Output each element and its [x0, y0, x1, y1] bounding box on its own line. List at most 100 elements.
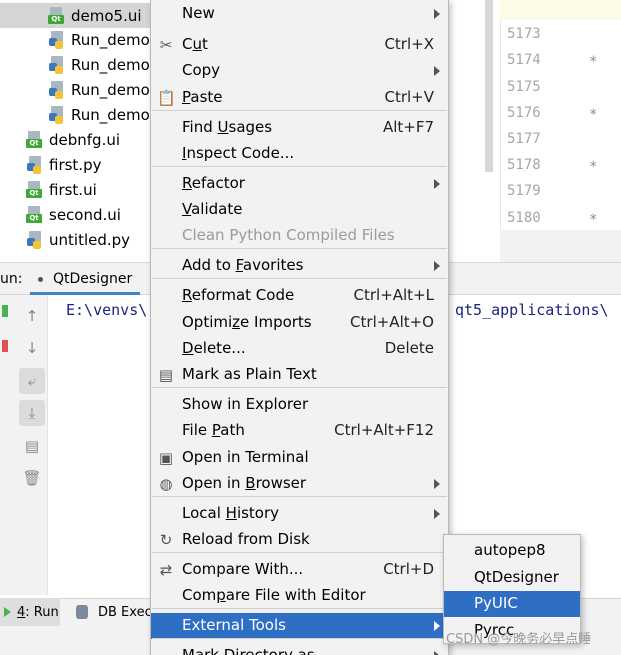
tree-item-label: second.ui: [49, 205, 121, 224]
menu-item-find-usages[interactable]: Find Usages Alt+F7: [151, 115, 448, 141]
database-icon: [76, 605, 88, 619]
tree-item[interactable]: Run_demo: [0, 77, 150, 102]
python-file-icon: [48, 105, 66, 124]
tab-label: QtDesigner: [53, 271, 133, 287]
db-execution-button[interactable]: DB Exec: [76, 598, 152, 626]
menu-item-shortcut: Ctrl+D: [383, 560, 434, 578]
arrow-down-icon[interactable]: ↓: [19, 335, 45, 361]
console-line-continued: qt5_applications\: [455, 301, 609, 319]
line-number: 5178: [507, 157, 541, 174]
tree-item[interactable]: Qt second.ui: [0, 202, 121, 227]
menu-item-shortcut: Alt+F7: [382, 118, 434, 136]
menu-item-external-tools[interactable]: External Tools: [151, 613, 448, 639]
menu-item-shortcut: Ctrl+Alt+L: [353, 286, 435, 304]
menu-item-mark-directory-as[interactable]: Mark Directory as: [151, 643, 448, 655]
run-toolwindow-button[interactable]: 4: Run: [0, 598, 60, 626]
current-line-highlight: [500, 0, 621, 20]
menu-item-label: New: [182, 4, 215, 22]
menu-item-optimize-imports[interactable]: Optimize Imports Ctrl+Alt+O: [151, 310, 448, 336]
tree-item[interactable]: Run_demo: [0, 52, 150, 77]
tree-item[interactable]: Run_demo: [0, 102, 150, 127]
print-icon[interactable]: ▤: [19, 433, 45, 459]
clipboard-icon: 📋: [157, 89, 176, 107]
qt-ui-file-icon: Qt: [26, 130, 44, 149]
menu-item-clean-python-compiled-files[interactable]: Clean Python Compiled Files: [151, 223, 448, 249]
submenu-arrow-icon: [434, 651, 440, 655]
menu-item-label: Cut: [182, 35, 208, 53]
menu-item-inspect-code[interactable]: Inspect Code...: [151, 141, 448, 167]
qt-ui-file-icon: Qt: [48, 6, 66, 25]
reload-icon: ↻: [159, 531, 173, 549]
menu-item-compare-with[interactable]: ⇄ Compare With... Ctrl+D: [151, 557, 448, 583]
console-left-strip: [0, 295, 16, 595]
line-number: 5176: [507, 104, 541, 121]
tree-item-label: demo5.ui: [71, 6, 142, 25]
tree-item[interactable]: Qt first.ui: [0, 177, 97, 202]
menu-item-new[interactable]: New: [151, 1, 448, 27]
python-file-icon: [48, 80, 66, 99]
menu-item-label: External Tools: [182, 616, 286, 634]
menu-item-refactor[interactable]: Refactor: [151, 171, 448, 197]
menu-item-mark-as-plain-text[interactable]: ▤ Mark as Plain Text: [151, 362, 448, 388]
menu-item-shortcut: Ctrl+X: [384, 35, 434, 53]
menu-item-compare-file-with-editor[interactable]: Compare File with Editor: [151, 583, 448, 609]
menu-item-add-to-favorites[interactable]: Add to Favorites: [151, 253, 448, 279]
menu-item-cut[interactable]: ✂ Cut Ctrl+X: [151, 32, 448, 58]
tree-item[interactable]: Run_demo: [0, 27, 150, 52]
submenu-item-pyuic[interactable]: PyUIC: [444, 591, 580, 617]
arrow-up-icon[interactable]: ↑: [19, 303, 45, 329]
menu-item-validate[interactable]: Validate: [151, 197, 448, 223]
scroll-to-end-icon[interactable]: ⤓: [19, 400, 45, 426]
compare-icon: ⇄: [159, 561, 173, 579]
tree-item-label: debnfg.ui: [49, 130, 121, 149]
menu-item-label: Open in Browser: [182, 474, 307, 492]
submenu-item-autopep8[interactable]: autopep8: [444, 538, 580, 564]
menu-item-label: Mark Directory as: [182, 646, 315, 655]
menu-item-reload-from-disk[interactable]: ↻ Reload from Disk: [151, 527, 448, 553]
tree-item[interactable]: Qt debnfg.ui: [0, 127, 120, 152]
menu-item-copy[interactable]: Copy: [151, 58, 448, 84]
run-panel-label: un:: [0, 271, 23, 287]
submenu-arrow-icon: [434, 179, 440, 189]
submenu-arrow-icon: [434, 9, 440, 19]
menu-item-paste[interactable]: 📋 Paste Ctrl+V: [151, 85, 448, 111]
console-line: E:\venvs\: [66, 301, 148, 319]
menu-item-file-path[interactable]: File Path Ctrl+Alt+F12: [151, 418, 448, 444]
soft-wrap-icon[interactable]: ⤶: [19, 368, 45, 394]
tree-item-label: Run_demo: [71, 55, 150, 74]
menu-item-label: Show in Explorer: [182, 395, 309, 413]
qt-ui-file-icon: Qt: [26, 180, 44, 199]
menu-item-local-history[interactable]: Local History: [151, 501, 448, 527]
menu-item-shortcut: Delete: [384, 339, 434, 357]
menu-item-open-in-terminal[interactable]: ▣ Open in Terminal: [151, 445, 448, 471]
tree-item[interactable]: untitled.py: [0, 227, 130, 252]
python-file-icon: [26, 230, 44, 249]
tree-scrollbar[interactable]: [485, 0, 493, 172]
stop-icon[interactable]: [2, 340, 8, 352]
menu-item-open-in-browser[interactable]: ◍ Open in Browser: [151, 471, 448, 497]
menu-item-label: Open in Terminal: [182, 448, 309, 466]
rerun-icon[interactable]: [2, 305, 8, 317]
menu-item-reformat-code[interactable]: Reformat Code Ctrl+Alt+L: [151, 283, 448, 309]
globe-icon: ◍: [159, 475, 173, 493]
line-number: 5177: [507, 131, 541, 147]
tree-item[interactable]: first.py: [0, 152, 101, 177]
fold-marker: *: [589, 211, 598, 228]
submenu-arrow-icon: [434, 66, 440, 76]
menu-item-shortcut: Ctrl+V: [384, 88, 434, 106]
line-number: 5180: [507, 209, 541, 226]
menu-separator: [152, 248, 447, 249]
submenu-arrow-icon: [434, 479, 440, 489]
menu-item-shortcut: Ctrl+Alt+O: [350, 313, 434, 331]
context-menu: New ✂ Cut Ctrl+X Copy 📋 Paste Ctrl+V Find Usages…: [150, 0, 449, 655]
tree-item[interactable]: Qt demo5.ui: [0, 3, 150, 28]
menu-item-show-in-explorer[interactable]: Show in Explorer: [151, 392, 448, 418]
tab-qtdesigner[interactable]: QtDesigner: [30, 266, 141, 295]
python-file-icon: [48, 30, 66, 49]
tab-dot-icon: [38, 276, 43, 282]
trash-icon[interactable]: 🗑: [19, 465, 45, 491]
menu-separator: [152, 608, 447, 609]
watermark: CSDN @今晚务必早点睡: [446, 632, 592, 647]
menu-item-delete[interactable]: Delete... Delete: [151, 336, 448, 362]
submenu-item-qtdesigner[interactable]: QtDesigner: [444, 565, 580, 591]
